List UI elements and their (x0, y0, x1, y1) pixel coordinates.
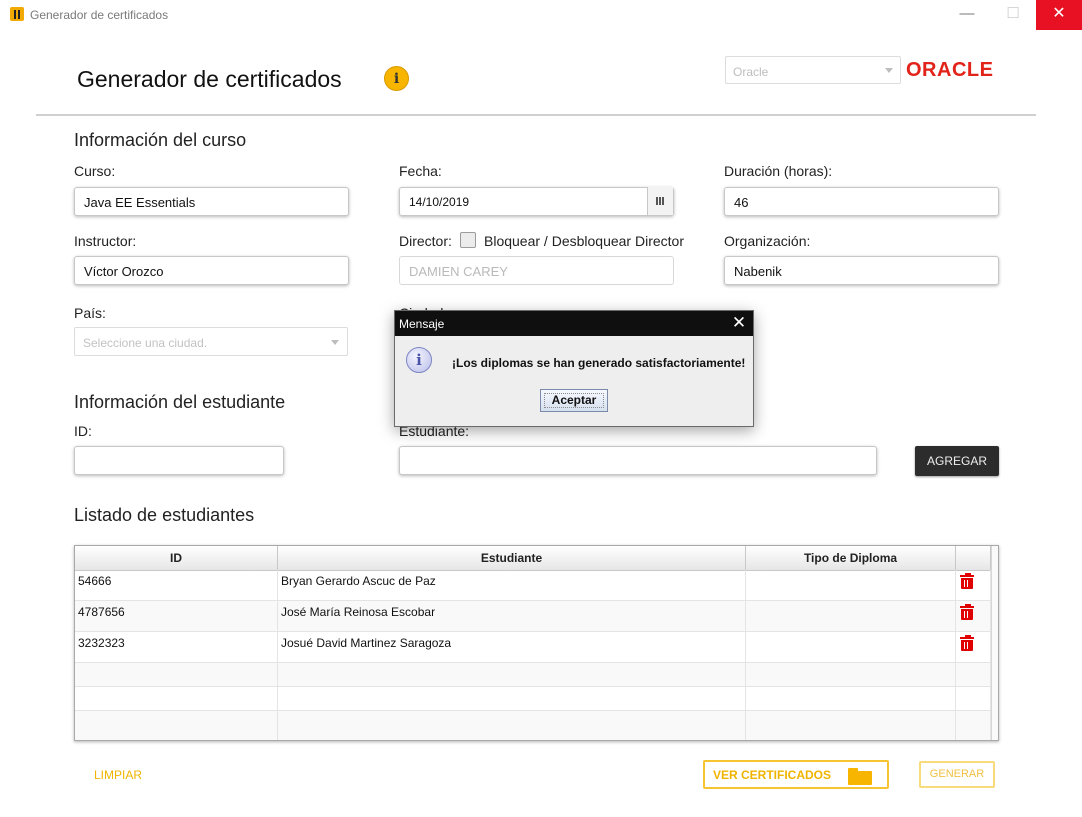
id-label: ID: (74, 423, 92, 439)
page-title: Generador de certificados (77, 66, 342, 92)
cell-tipo[interactable] (746, 632, 956, 662)
fecha-value: 14/10/2019 (409, 195, 470, 209)
director-label: Director: (399, 233, 452, 249)
instructor-label: Instructor: (74, 233, 137, 249)
close-button[interactable]: ✕ (1036, 0, 1082, 30)
director-lock-checkbox[interactable] (460, 232, 476, 248)
curso-field[interactable]: Java EE Essentials (74, 187, 349, 216)
info-icon[interactable]: i (384, 66, 409, 91)
pais-select[interactable]: Seleccione una ciudad. (74, 327, 348, 356)
message-dialog: Mensaje ✕ i ¡Los diplomas se han generad… (394, 310, 754, 427)
ver-certificados-button[interactable]: VER CERTIFICADOS (703, 760, 889, 789)
section-title-estudiante: Información del estudiante (74, 392, 286, 412)
delete-cell (956, 601, 991, 631)
chevron-down-icon (885, 68, 893, 73)
pais-label: País: (74, 305, 106, 321)
duracion-field[interactable]: 46 (724, 187, 999, 216)
header-divider (36, 114, 1036, 116)
cell-tipo[interactable] (746, 601, 956, 631)
oracle-logo: ORACLE (906, 59, 994, 81)
section-title-curso: Información del curso (74, 130, 247, 150)
director-field: DAMIEN CAREY (399, 256, 674, 285)
aceptar-button[interactable]: Aceptar (540, 389, 608, 412)
fecha-date-picker[interactable]: 14/10/2019 (399, 187, 674, 216)
dialog-message: ¡Los diplomas se han generado satisfacto… (452, 356, 746, 370)
agregar-button[interactable]: AGREGAR (915, 446, 999, 476)
window-title: Generador de certificados (30, 8, 169, 22)
estudiante-field[interactable] (399, 446, 877, 475)
dialog-title: Mensaje (399, 317, 445, 331)
empty-row (75, 663, 998, 687)
maximize-button[interactable]: ☐ (990, 0, 1036, 30)
table-row[interactable]: 54666 Bryan Gerardo Ascuc de Paz (75, 570, 998, 601)
cell-tipo[interactable] (746, 570, 956, 600)
calendar-icon[interactable] (647, 187, 673, 215)
organizacion-label: Organización: (724, 233, 811, 249)
column-header-estudiante[interactable]: Estudiante (278, 546, 746, 570)
cell-estudiante: Bryan Gerardo Ascuc de Paz (278, 570, 746, 600)
ver-certificados-label: VER CERTIFICADOS (713, 768, 832, 782)
chevron-down-icon (331, 340, 339, 345)
pais-select-placeholder: Seleccione una ciudad. (83, 336, 208, 350)
trash-icon[interactable] (960, 604, 974, 620)
minimize-button[interactable]: — (944, 0, 990, 30)
limpiar-button[interactable]: LIMPIAR (94, 768, 142, 782)
column-header-id[interactable]: ID (75, 546, 278, 570)
fecha-label: Fecha: (399, 163, 442, 179)
cell-estudiante: José María Reinosa Escobar (278, 601, 746, 631)
cell-id: 4787656 (75, 601, 278, 631)
column-header-actions (956, 546, 991, 570)
id-field[interactable] (74, 446, 284, 475)
dialog-titlebar[interactable]: Mensaje ✕ (395, 311, 753, 336)
database-select[interactable]: Oracle (725, 56, 901, 84)
table-row[interactable]: 4787656 José María Reinosa Escobar (75, 601, 998, 632)
delete-cell (956, 570, 991, 600)
table-row[interactable]: 3232323 Josué David Martinez Saragoza (75, 632, 998, 663)
section-title-listado: Listado de estudiantes (74, 505, 255, 525)
curso-label: Curso: (74, 163, 116, 179)
organizacion-field[interactable]: Nabenik (724, 256, 999, 285)
instructor-field[interactable]: Víctor Orozco (74, 256, 349, 285)
empty-row (75, 687, 998, 711)
empty-row (75, 711, 998, 740)
information-icon: i (406, 347, 432, 373)
students-table[interactable]: ID Estudiante Tipo de Diploma 54666 Brya… (74, 545, 999, 741)
table-scrollbar[interactable] (991, 546, 998, 740)
delete-cell (956, 632, 991, 662)
focus-ring (544, 393, 604, 408)
director-toggle-label[interactable]: Bloquear / Desbloquear Director (484, 233, 684, 249)
column-header-tipo[interactable]: Tipo de Diploma (746, 546, 956, 570)
cell-id: 3232323 (75, 632, 278, 662)
trash-icon[interactable] (960, 573, 974, 589)
database-select-placeholder: Oracle (733, 65, 769, 79)
dialog-close-button[interactable]: ✕ (728, 312, 750, 334)
app-logo-icon (10, 7, 24, 21)
folder-icon (848, 768, 872, 785)
duracion-label: Duración (horas): (724, 163, 833, 179)
cell-id: 54666 (75, 570, 278, 600)
table-header: ID Estudiante Tipo de Diploma (75, 546, 998, 571)
trash-icon[interactable] (960, 635, 974, 651)
cell-estudiante: Josué David Martinez Saragoza (278, 632, 746, 662)
generar-button[interactable]: GENERAR (919, 761, 995, 788)
